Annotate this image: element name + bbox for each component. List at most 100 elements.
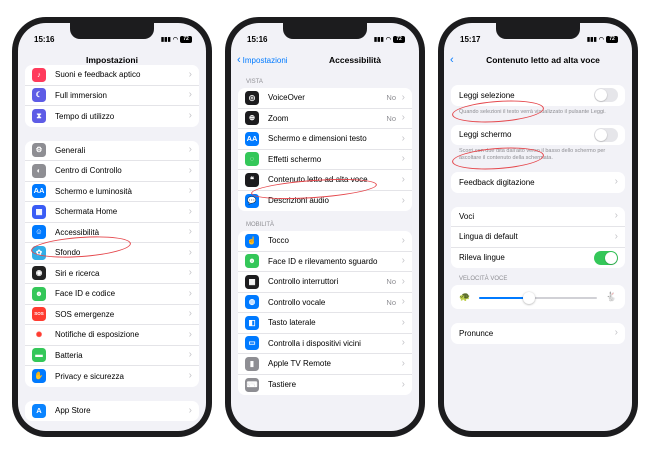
siri-icon: ◉	[32, 266, 46, 281]
list-item[interactable]: ▭ Controlla i dispositivi vicini ›	[238, 334, 412, 354]
list-item[interactable]: ⌨ Tastiere ›	[238, 375, 412, 396]
chevron-right-icon: ›	[188, 205, 192, 217]
wifi-icon: ◠	[385, 36, 391, 43]
feedback-digitazione-row[interactable]: Feedback digitazione ›	[451, 172, 625, 193]
turtle-icon: 🐢	[459, 291, 471, 302]
list-item[interactable]: ◌ Effetti schermo ›	[238, 150, 412, 170]
leggi-selezione-group: Leggi selezione	[451, 85, 625, 106]
list-item[interactable]: AA Schermo e dimensioni testo ›	[238, 129, 412, 150]
list-item-label: Zoom	[268, 113, 289, 123]
chevron-right-icon: ›	[188, 185, 192, 197]
list-item-label: Controllo interruttori	[268, 277, 339, 287]
list-item-label: Sfondo	[55, 248, 81, 258]
list-item-label: Face ID e codice	[55, 289, 116, 299]
leggi-schermo-toggle[interactable]	[594, 127, 618, 142]
list-item[interactable]: ✋ Privacy e sicurezza ›	[25, 366, 199, 387]
back-button[interactable]: ‹ Impostazioni	[237, 51, 288, 69]
list-item[interactable]: ⊕ Zoom No ›	[238, 109, 412, 129]
page-title: Accessibilità	[329, 55, 381, 65]
list-item[interactable]: AA Schermo e luminosità ›	[25, 182, 199, 202]
back-label: Impostazioni	[242, 55, 288, 65]
speech-bubble-icon: ❝	[245, 172, 259, 187]
list-item[interactable]: ◍ Controllo vocale No ›	[238, 293, 412, 313]
chevron-right-icon: ›	[188, 267, 192, 279]
list-item-value: No	[386, 277, 396, 287]
list-item-label: Contenuto letto ad alta voce	[268, 175, 368, 185]
list-item-label: Schermo e luminosità	[55, 186, 132, 196]
chevron-right-icon: ›	[614, 176, 618, 188]
phone-settings: 15:16 ▮▮▮ ◠ 72 Impostazioni ♪ Suoni e fee…	[12, 17, 212, 437]
list-item[interactable]: 💬 Descrizioni audio ›	[238, 191, 412, 212]
list-item-label: Batteria	[55, 350, 83, 360]
list-item[interactable]: ▮ Apple TV Remote ›	[238, 354, 412, 375]
list-item-label: Tastiere	[268, 380, 297, 390]
motion-icon: ◌	[245, 152, 259, 167]
list-item[interactable]: ▦ Schermata Home ›	[25, 202, 199, 223]
list-item-label: Privacy e sicurezza	[55, 371, 124, 381]
list-item[interactable]: ✺ Notifiche di esposizione ›	[25, 325, 199, 346]
hare-icon: 🐇	[605, 291, 617, 302]
chevron-right-icon: ›	[188, 308, 192, 320]
chevron-right-icon: ›	[401, 357, 405, 369]
pronunce-group: Pronunce ›	[451, 323, 625, 344]
voci-label: Voci	[459, 211, 475, 221]
list-item[interactable]: ▬ Batteria ›	[25, 346, 199, 366]
list-item-value: No	[386, 113, 396, 123]
wifi-icon: ◠	[598, 36, 604, 43]
chevron-right-icon: ›	[401, 316, 405, 328]
chevron-right-icon: ›	[188, 328, 192, 340]
brightness-icon: AA	[32, 184, 46, 199]
list-item[interactable]: ☾ Full immersion ›	[25, 86, 199, 106]
rileva-lingue-row: Rileva lingue	[451, 248, 625, 269]
screen: 15:16 ▮▮▮ ◠ 72 Impostazioni ♪ Suoni e fee…	[18, 23, 206, 431]
list-item-label: Siri e ricerca	[55, 268, 100, 278]
list-item-value: No	[386, 297, 396, 307]
section-group: ◎ VoiceOver No › ⊕ Zoom No › AA Schermo e dimensi…	[238, 88, 412, 211]
pronunce-row[interactable]: Pronunce ›	[451, 323, 625, 344]
zoom-icon: ⊕	[245, 111, 259, 126]
settings-list: ♪ Suoni e feedback aptico › ☾ Full immersion…	[18, 65, 206, 431]
list-item[interactable]: A App Store ›	[25, 401, 199, 422]
back-button[interactable]: ‹	[450, 51, 454, 69]
list-item-label: Tocco	[268, 236, 289, 246]
moon-icon: ☾	[32, 88, 46, 103]
chevron-right-icon: ›	[188, 287, 192, 299]
list-item-label: Generali	[55, 145, 86, 155]
slider-knob[interactable]	[522, 292, 535, 304]
list-item[interactable]: ⚙ Generali ›	[25, 141, 199, 161]
battery-icon: ▬	[32, 348, 46, 363]
list-item[interactable]: ☝ Tocco ›	[238, 231, 412, 252]
notch	[70, 23, 154, 39]
list-item[interactable]: ☻ Face ID e codice ›	[25, 284, 199, 305]
list-item[interactable]: ◧ Tasto laterale ›	[238, 313, 412, 334]
settings-group: ⚙ Generali › ◐ Centro di Controllo › AA Schermo…	[25, 140, 199, 387]
accessibility-list: VISTA ◎ VoiceOver No › ⊕ Zoom No › AA Schermo e di…	[231, 77, 419, 431]
chevron-right-icon: ›	[188, 89, 192, 101]
list-item[interactable]: ✿ Sfondo ›	[25, 243, 199, 264]
rileva-lingue-toggle[interactable]	[594, 250, 618, 265]
leggi-selezione-toggle[interactable]	[594, 88, 618, 103]
speed-slider[interactable]	[479, 292, 597, 304]
list-item[interactable]: ◉ Siri e ricerca ›	[25, 264, 199, 284]
list-item-label: Effetti schermo	[268, 154, 322, 164]
screen: 15:16 ▮▮▮ ◠ 72 ‹ Impostazioni Accessibil…	[231, 23, 419, 431]
list-item[interactable]: SOS SOS emergenze ›	[25, 305, 199, 325]
chevron-right-icon: ›	[401, 275, 405, 287]
list-item[interactable]: ☺ Accessibilità ›	[25, 223, 199, 243]
switches-icon: ◐	[32, 163, 46, 178]
remote-icon: ▮	[245, 356, 259, 371]
signal-icon: ▮▮▮	[586, 36, 597, 43]
list-item[interactable]: ❝ Contenuto letto ad alta voce ›	[238, 170, 412, 191]
phone-spoken-content: 15:17 ▮▮▮ ◠ 72 ‹ Contenuto letto ad alta…	[438, 17, 638, 437]
list-item-label: Suoni e feedback aptico	[55, 70, 141, 80]
list-item[interactable]: ◎ VoiceOver No ›	[238, 88, 412, 109]
list-item[interactable]: ◐ Centro di Controllo ›	[25, 161, 199, 182]
list-item[interactable]: ⧗ Tempo di utilizzo ›	[25, 106, 199, 127]
list-item[interactable]: ♪ Suoni e feedback aptico ›	[25, 65, 199, 86]
lingua-default-row[interactable]: Lingua di default ›	[451, 227, 625, 248]
list-item[interactable]: ☻ Face ID e rilevamento sguardo ›	[238, 252, 412, 272]
chevron-right-icon: ›	[614, 327, 618, 339]
text-size-icon: AA	[245, 131, 259, 146]
list-item[interactable]: ▦ Controllo interruttori No ›	[238, 272, 412, 293]
voci-row[interactable]: Voci ›	[451, 207, 625, 227]
